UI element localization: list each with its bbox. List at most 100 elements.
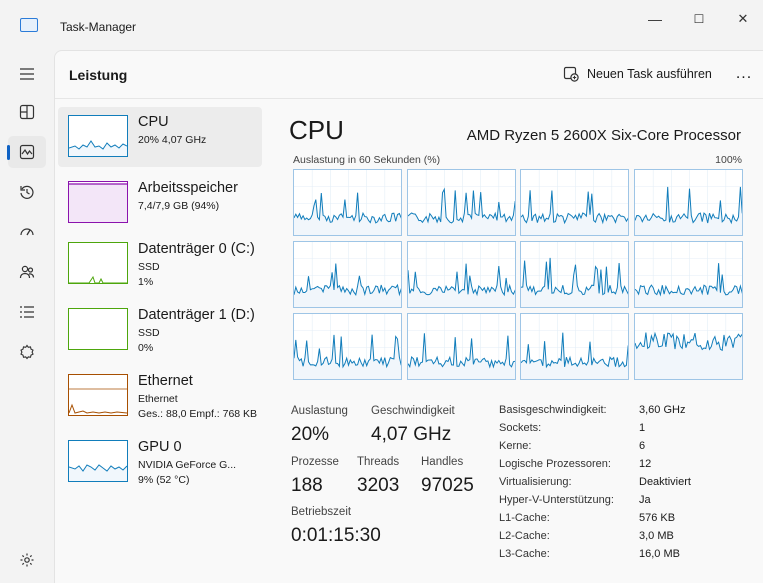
perf-item-2[interactable]: Datenträger 0 (C:) SSD 1% — [58, 234, 262, 294]
logical-processor-graph — [406, 241, 517, 309]
users-icon — [19, 265, 35, 279]
perf-item-name: Ethernet — [138, 373, 193, 389]
navigation-rail — [0, 50, 54, 583]
spec-value: 3,0 MB — [639, 530, 674, 542]
spec-value: 6 — [639, 440, 646, 452]
utilization-label: Auslastung — [291, 405, 348, 417]
perf-item-detail-2: 1% — [138, 276, 154, 288]
perf-item-thumbnail — [68, 374, 128, 416]
new-task-icon — [563, 66, 579, 82]
perf-item-4[interactable]: Ethernet Ethernet Ges.: 88,0 Empf.: 768 KB — [58, 366, 262, 426]
spec-value: 16,0 MB — [639, 548, 680, 560]
spec-label: L1-Cache: — [499, 512, 550, 524]
perf-item-detail-2: 9% (52 °C) — [138, 474, 190, 486]
perf-item-detail-1: Ethernet — [138, 393, 178, 405]
minimize-button[interactable]: — — [640, 8, 670, 30]
speed-value: 4,07 GHz — [371, 424, 452, 445]
uptime-label: Betriebszeit — [291, 506, 352, 518]
perf-item-thumbnail — [68, 115, 128, 157]
startup-icon — [20, 228, 34, 236]
logical-processor-graph — [520, 169, 631, 237]
run-new-task-button[interactable]: Neuen Task ausführen — [559, 61, 716, 87]
perf-item-detail-1: SSD — [138, 327, 160, 339]
perf-item-thumbnail — [68, 242, 128, 284]
nav-details[interactable] — [8, 296, 46, 328]
perf-item-thumbnail — [68, 181, 128, 223]
hamburger-icon — [20, 68, 34, 80]
spec-value: 1 — [639, 422, 646, 434]
handles-label: Handles — [421, 456, 464, 468]
nav-startup-apps[interactable] — [8, 216, 46, 248]
graph-max-label: 100% — [715, 154, 742, 166]
perf-item-name: Datenträger 0 (C:) — [138, 241, 255, 257]
logical-processor-graph — [406, 313, 517, 381]
perf-item-detail-1: 20% 4,07 GHz — [138, 134, 207, 146]
title-bar: Task-Manager — ☐ ✕ — [0, 0, 763, 50]
performance-icon — [19, 144, 35, 160]
spec-value: Ja — [639, 494, 651, 506]
nav-users[interactable] — [8, 256, 46, 288]
processes-value: 188 — [291, 475, 323, 496]
perf-item-thumbnail — [68, 440, 128, 482]
perf-item-5[interactable]: GPU 0 NVIDIA GeForce G... 9% (52 °C) — [58, 432, 262, 492]
uptime-value: 0:01:15:30 — [291, 525, 381, 546]
more-options-button[interactable]: ... — [731, 61, 757, 87]
spec-label: Hyper-V-Unterstützung: — [499, 494, 614, 506]
threads-label: Threads — [357, 456, 400, 468]
perf-item-detail-1: SSD — [138, 261, 160, 273]
perf-item-detail-2: 0% — [138, 342, 154, 354]
spec-label: Basisgeschwindigkeit: — [499, 404, 607, 416]
perf-item-name: Datenträger 1 (D:) — [138, 307, 255, 323]
perf-item-name: GPU 0 — [138, 439, 182, 455]
logical-processor-graph — [406, 169, 517, 237]
perf-item-3[interactable]: Datenträger 1 (D:) SSD 0% — [58, 300, 262, 360]
spec-label: L2-Cache: — [499, 530, 550, 542]
nav-app-history[interactable] — [8, 176, 46, 208]
spec-label: Logische Prozessoren: — [499, 458, 611, 470]
processes-icon — [19, 104, 35, 120]
spec-label: Kerne: — [499, 440, 532, 452]
utilization-value: 20% — [291, 424, 330, 445]
perf-item-detail-1: NVIDIA GeForce G... — [138, 459, 237, 471]
perf-item-name: Arbeitsspeicher — [138, 180, 238, 196]
hamburger-menu-button[interactable] — [8, 58, 46, 90]
logical-processor-graph — [633, 241, 744, 309]
perf-item-1[interactable]: Arbeitsspeicher 7,4/7,9 GB (94%) — [58, 173, 262, 233]
spec-value: 12 — [639, 458, 652, 470]
spec-value: 576 KB — [639, 512, 676, 524]
services-icon — [20, 344, 34, 360]
window-title: Task-Manager — [60, 20, 137, 34]
spec-value: Deaktiviert — [639, 476, 691, 488]
cpu-model-name: AMD Ryzen 5 2600X Six-Core Processor — [466, 127, 741, 144]
nav-processes[interactable] — [8, 96, 46, 128]
handles-value: 97025 — [421, 475, 474, 496]
logical-processor-graph — [293, 169, 404, 237]
logical-processor-graph — [293, 313, 404, 381]
spec-label: Sockets: — [499, 422, 542, 434]
logical-processor-graphs — [293, 169, 744, 381]
nav-settings[interactable] — [8, 544, 46, 576]
spec-label: L3-Cache: — [499, 548, 550, 560]
nav-performance[interactable] — [7, 136, 46, 168]
settings-icon — [20, 553, 34, 567]
details-icon — [20, 306, 34, 318]
speed-label: Geschwindigkeit — [371, 405, 455, 417]
logical-processor-graph — [520, 241, 631, 309]
logical-processor-graph — [633, 313, 744, 381]
close-button[interactable]: ✕ — [728, 8, 758, 30]
processes-label: Prozesse — [291, 456, 339, 468]
nav-services[interactable] — [8, 336, 46, 368]
spec-label: Virtualisierung: — [499, 476, 572, 488]
perf-item-thumbnail — [68, 308, 128, 350]
threads-value: 3203 — [357, 475, 400, 496]
run-new-task-label: Neuen Task ausführen — [587, 67, 712, 81]
logical-processor-graph — [633, 169, 744, 237]
cpu-title: CPU — [289, 115, 344, 145]
maximize-button[interactable]: ☐ — [684, 8, 714, 30]
perf-item-detail-2: Ges.: 88,0 Empf.: 768 KB — [138, 408, 258, 420]
spec-value: 3,60 GHz — [639, 404, 686, 416]
perf-item-name: CPU — [138, 114, 169, 130]
content-area: Leistung Neuen Task ausführen ... CPU 20%… — [54, 50, 763, 583]
task-manager-app-icon — [20, 18, 38, 32]
perf-item-0[interactable]: CPU 20% 4,07 GHz — [58, 107, 262, 167]
